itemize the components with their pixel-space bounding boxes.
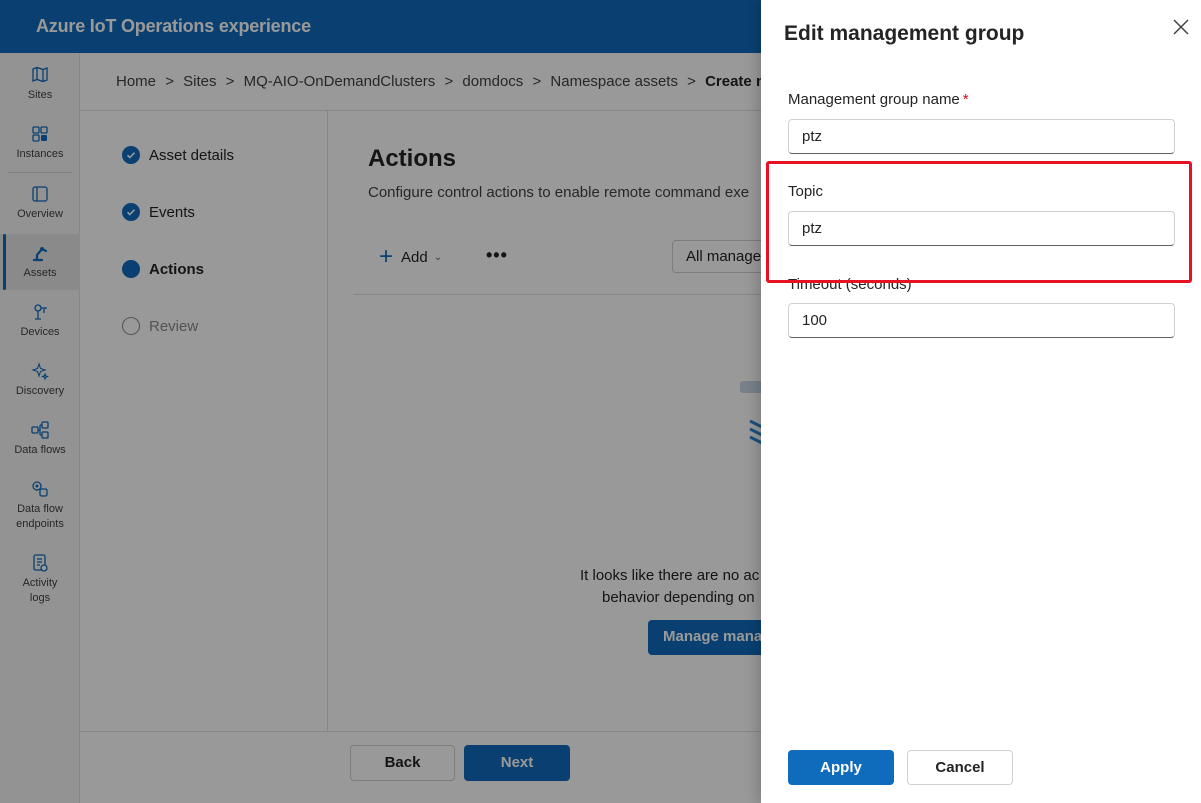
timeout-input[interactable] [788, 303, 1175, 338]
timeout-label: Timeout (seconds) [788, 276, 912, 293]
required-marker: * [962, 91, 969, 108]
group-name-label: Management group name * [788, 91, 969, 108]
topic-label: Topic [788, 183, 824, 200]
topic-input[interactable] [788, 211, 1175, 246]
modal-overlay[interactable] [0, 0, 761, 803]
edit-management-group-panel: Edit management group Management group n… [761, 0, 1201, 803]
panel-title: Edit management group [784, 22, 1025, 45]
group-name-input[interactable] [788, 119, 1175, 154]
apply-button[interactable]: Apply [788, 750, 894, 785]
cancel-button[interactable]: Cancel [907, 750, 1013, 785]
close-icon[interactable] [1171, 17, 1191, 37]
group-name-label-text: Management group name [788, 91, 960, 108]
